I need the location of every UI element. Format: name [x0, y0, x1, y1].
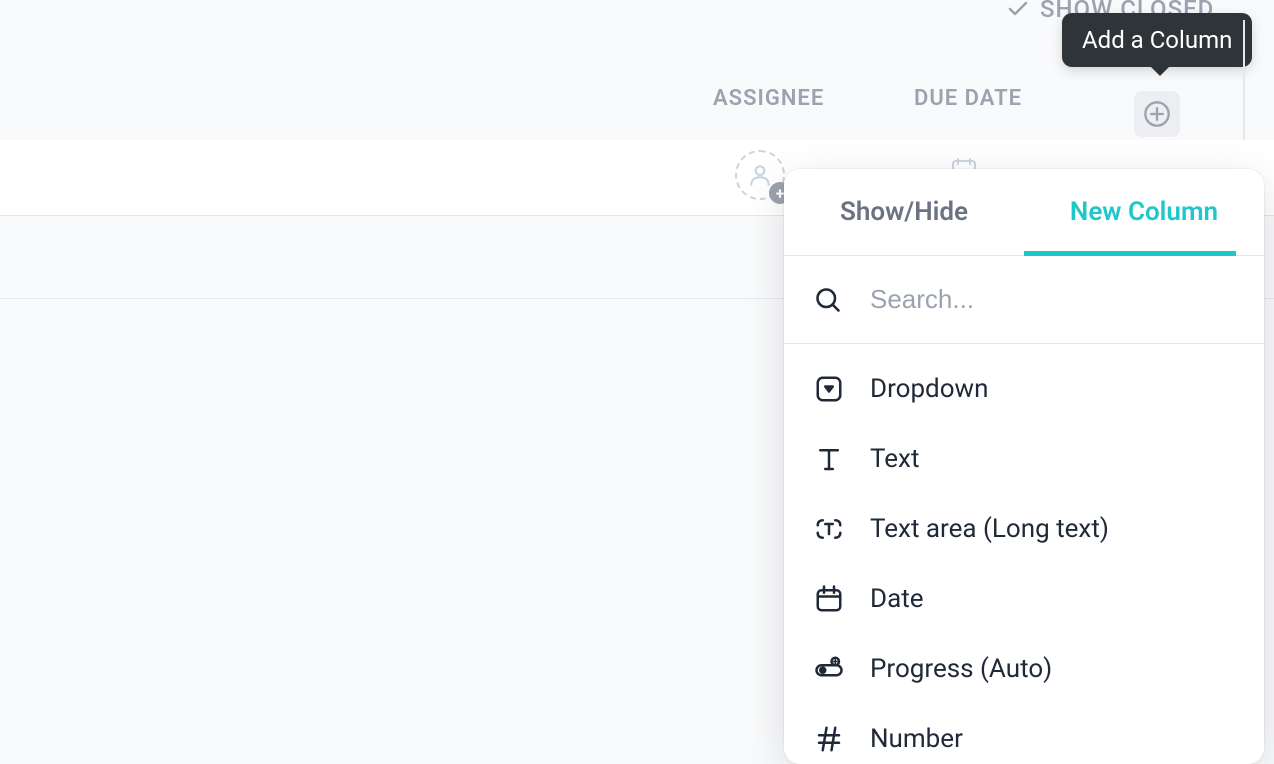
column-type-list: Dropdown Text [784, 344, 1264, 764]
column-type-number[interactable]: Number [784, 704, 1264, 754]
column-type-label: Dropdown [870, 374, 988, 404]
add-column-tooltip: Add a Column [1062, 13, 1252, 67]
tooltip-text: Add a Column [1082, 26, 1232, 54]
search-icon [814, 286, 842, 314]
column-header-duedate[interactable]: DUE DATE [914, 86, 1022, 111]
textarea-icon [814, 514, 844, 544]
assignee-empty-avatar[interactable]: + [735, 150, 785, 200]
tab-show-hide[interactable]: Show/Hide [784, 169, 1024, 255]
tab-new-column[interactable]: New Column [1024, 169, 1264, 255]
column-header-assignee[interactable]: ASSIGNEE [713, 86, 824, 111]
add-column-panel: Show/Hide New Column Dropdown [784, 169, 1264, 764]
panel-tabs: Show/Hide New Column [784, 169, 1264, 256]
text-icon [814, 444, 844, 474]
column-type-date[interactable]: Date [784, 564, 1264, 634]
column-type-label: Number [870, 724, 963, 754]
search-row [784, 256, 1264, 344]
column-type-progress[interactable]: Progress (Auto) [784, 634, 1264, 704]
plus-circle-icon [1143, 100, 1171, 128]
column-type-text[interactable]: Text [784, 424, 1264, 494]
date-icon [814, 584, 844, 614]
check-icon [1006, 0, 1030, 21]
dropdown-icon [814, 374, 844, 404]
column-type-label: Text [870, 444, 919, 474]
number-icon [814, 724, 844, 754]
user-icon [747, 162, 773, 188]
search-input[interactable] [870, 284, 1234, 315]
column-type-label: Progress (Auto) [870, 654, 1052, 684]
add-column-button[interactable] [1134, 91, 1180, 137]
column-type-dropdown[interactable]: Dropdown [784, 354, 1264, 424]
progress-icon [814, 654, 844, 684]
column-type-label: Text area (Long text) [870, 514, 1109, 544]
column-type-textarea[interactable]: Text area (Long text) [784, 494, 1264, 564]
column-type-label: Date [870, 584, 924, 614]
